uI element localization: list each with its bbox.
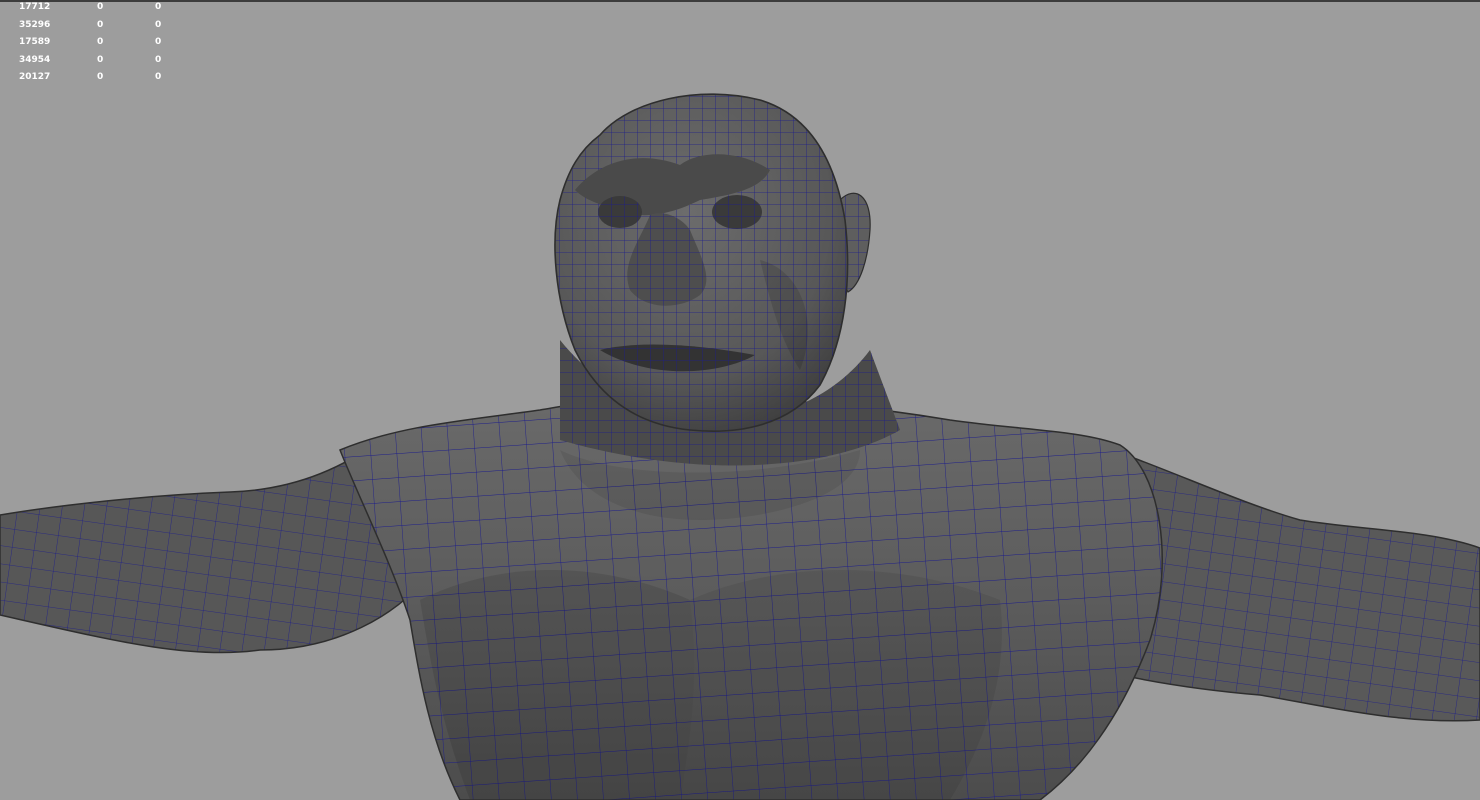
hud-value: 0 bbox=[97, 37, 104, 48]
hud-value: 0 bbox=[97, 54, 104, 65]
hud-value: 35296 bbox=[19, 19, 51, 30]
hud-value: 17712 bbox=[19, 2, 51, 12]
character-model-mesh[interactable] bbox=[0, 0, 1480, 800]
hud-value: 0 bbox=[97, 72, 104, 83]
hud-value: 0 bbox=[155, 54, 162, 65]
heads-up-display-stats: 17712 0 0 35296 0 0 17589 0 0 34954 0 0 … bbox=[0, 1, 200, 89]
hud-row: 20127 0 0 bbox=[0, 71, 200, 89]
hud-value: 17589 bbox=[19, 37, 51, 48]
hud-value: 20127 bbox=[19, 72, 51, 83]
3d-viewport[interactable]: 17712 0 0 35296 0 0 17589 0 0 34954 0 0 … bbox=[0, 0, 1480, 800]
head-mesh bbox=[554, 93, 849, 432]
hud-value: 34954 bbox=[19, 54, 51, 65]
hud-row: 35296 0 0 bbox=[0, 19, 200, 37]
hud-row: 34954 0 0 bbox=[0, 54, 200, 72]
hud-value: 0 bbox=[155, 37, 162, 48]
hud-row: 17589 0 0 bbox=[0, 36, 200, 54]
hud-value: 0 bbox=[97, 2, 104, 12]
hud-value: 0 bbox=[155, 2, 162, 12]
hud-row: 17712 0 0 bbox=[0, 1, 200, 19]
hud-value: 0 bbox=[155, 72, 162, 83]
hud-value: 0 bbox=[97, 19, 104, 30]
hud-value: 0 bbox=[155, 19, 162, 30]
